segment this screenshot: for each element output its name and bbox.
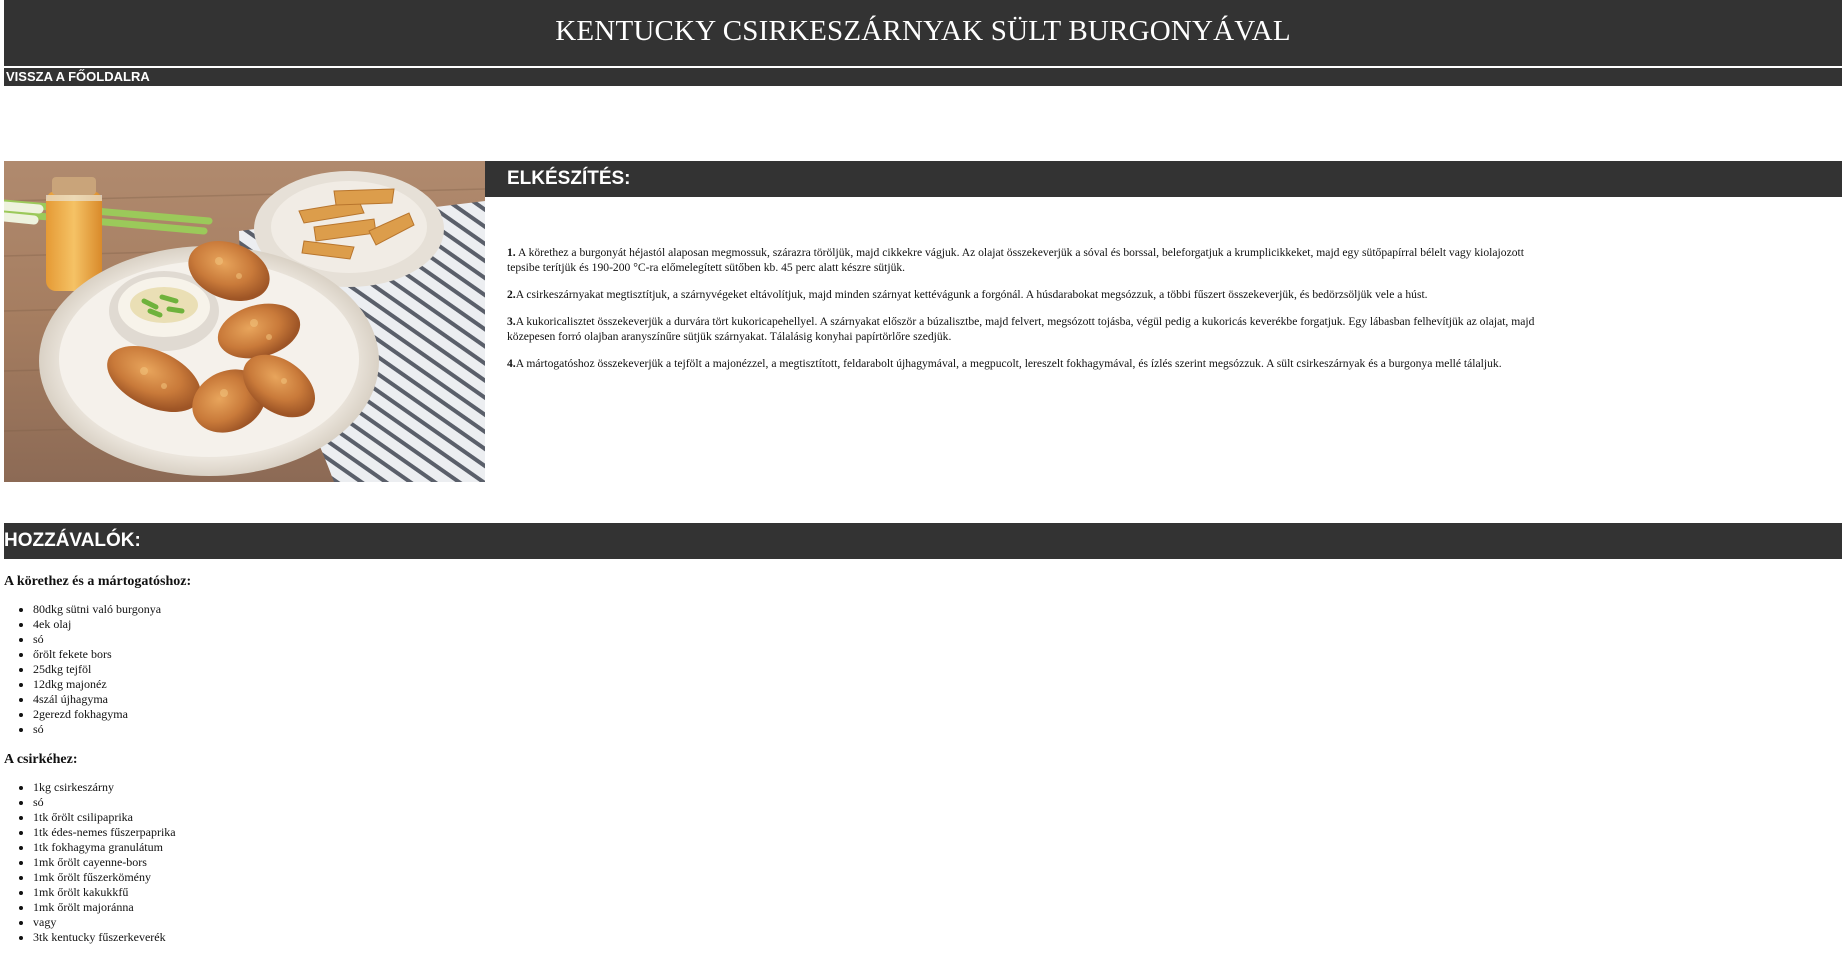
ingredient-group-title: A körethez és a mártogatóshoz: <box>4 574 192 589</box>
list-item: 25dkg tejföl <box>33 662 1842 677</box>
list-item: 1tk őrölt csilipaprika <box>33 810 1842 825</box>
list-item: 12dkg majonéz <box>33 677 1842 692</box>
recipe-photo <box>4 161 485 482</box>
list-item: 80dkg sütni való burgonya <box>33 602 1842 617</box>
ingredient-list-side: 80dkg sütni való burgonya 4ek olaj só őr… <box>4 602 1842 737</box>
step-number: 1. <box>507 246 516 259</box>
step-1: 1. A körethez a burgonyát héjastól alapo… <box>507 245 1547 275</box>
step-3: 3.A kukoricalisztet összekeverjük a durv… <box>507 314 1547 344</box>
list-item: só <box>33 722 1842 737</box>
list-item: 1mk őrölt majoránna <box>33 900 1842 915</box>
ingredient-group-title: A csirkéhez: <box>4 752 78 767</box>
list-item: 1tk édes-nemes fűszerpaprika <box>33 825 1842 840</box>
page-header: KENTUCKY CSIRKESZÁRNYAK SÜLT BURGONYÁVAL <box>4 0 1842 66</box>
step-4: 4.A mártogatóshoz összekeverjük a tejföl… <box>507 356 1547 371</box>
list-item: 2gerezd fokhagyma <box>33 707 1842 722</box>
ingredients-section: HOZZÁVALÓK: A körethez és a mártogatósho… <box>4 523 1842 945</box>
page: KENTUCKY CSIRKESZÁRNYAK SÜLT BURGONYÁVAL… <box>0 0 1842 956</box>
step-text: A csirkeszárnyakat megtisztítjuk, a szár… <box>515 288 1428 301</box>
list-item: só <box>33 632 1842 647</box>
ingredients-heading: HOZZÁVALÓK: <box>4 523 1842 559</box>
step-text: A mártogatóshoz összekeverjük a tejfölt … <box>515 357 1502 370</box>
list-item: 3tk kentucky fűszerkeverék <box>33 930 1842 945</box>
step-number: 3. <box>507 315 516 328</box>
preparation-heading: ELKÉSZÍTÉS: <box>485 161 1842 197</box>
list-item: 1kg csirkeszárny <box>33 780 1842 795</box>
list-item: 1tk fokhagyma granulátum <box>33 840 1842 855</box>
list-item: 1mk őrölt cayenne-bors <box>33 855 1842 870</box>
list-item: 4ek olaj <box>33 617 1842 632</box>
back-to-home-link[interactable]: VISSZA A FŐOLDALRA <box>4 68 150 86</box>
list-item: őrölt fekete bors <box>33 647 1842 662</box>
step-text: A körethez a burgonyát héjastól alaposan… <box>507 246 1524 274</box>
preparation-steps: 1. A körethez a burgonyát héjastól alapo… <box>485 197 1547 371</box>
preparation-section: ELKÉSZÍTÉS: 1. A körethez a burgonyát hé… <box>485 161 1842 383</box>
list-item: 1mk őrölt fűszerkömény <box>33 870 1842 885</box>
top-nav: VISSZA A FŐOLDALRA <box>4 68 1842 86</box>
list-item: 1mk őrölt kakukkfű <box>33 885 1842 900</box>
list-item: só <box>33 795 1842 810</box>
step-number: 2. <box>507 288 516 301</box>
list-item: vagy <box>33 915 1842 930</box>
ingredient-list-chicken: 1kg csirkeszárny só 1tk őrölt csilipapri… <box>4 780 1842 945</box>
step-text: A kukoricalisztet összekeverjük a durvár… <box>507 315 1535 343</box>
step-2: 2.A csirkeszárnyakat megtisztítjuk, a sz… <box>507 287 1547 302</box>
step-number: 4. <box>507 357 516 370</box>
list-item: 4szál újhagyma <box>33 692 1842 707</box>
page-title: KENTUCKY CSIRKESZÁRNYAK SÜLT BURGONYÁVAL <box>555 15 1291 47</box>
